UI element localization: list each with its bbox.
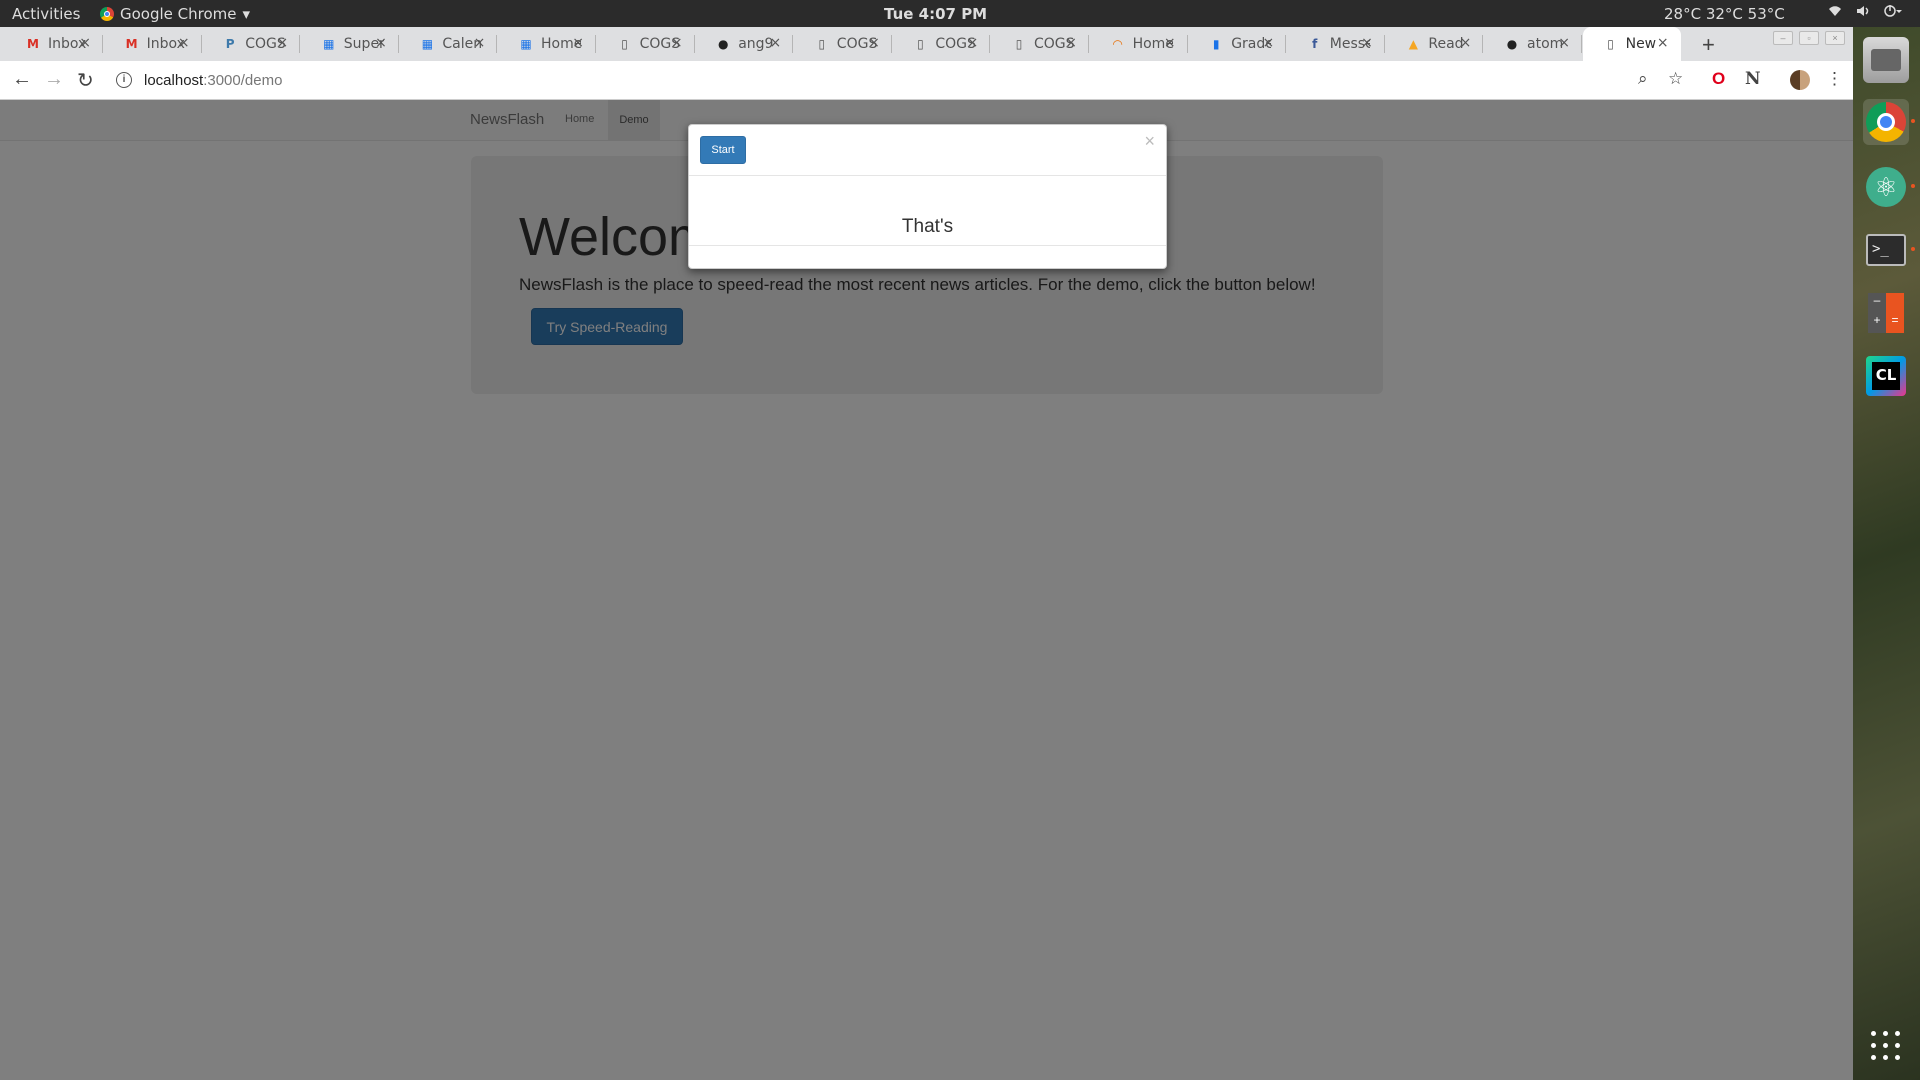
tab-close-icon[interactable]: × bbox=[1558, 35, 1570, 51]
url-path: :3000/demo bbox=[203, 71, 283, 89]
sheet-icon: ▦ bbox=[520, 37, 532, 51]
news-extension-icon[interactable]: N bbox=[1745, 69, 1761, 89]
browser-tab[interactable]: ● atom × bbox=[1484, 27, 1582, 61]
document-icon: ▯ bbox=[818, 37, 826, 51]
modal-header: Start × bbox=[689, 125, 1166, 176]
power-icon[interactable] bbox=[1884, 5, 1902, 21]
info-icon[interactable]: i bbox=[116, 72, 132, 88]
show-applications-icon[interactable] bbox=[1871, 1030, 1901, 1060]
window-controls: – ▫ × bbox=[1773, 31, 1845, 45]
speed-reading-modal: Start × That's bbox=[688, 124, 1167, 269]
browser-tab[interactable]: ▯ COGS × bbox=[794, 27, 892, 61]
tab-strip: MInbox×MInbox×PCOGS×▦Super×▦Calendar×▦Ho… bbox=[0, 27, 1853, 61]
chrome-icon bbox=[100, 7, 114, 21]
github-icon: ● bbox=[717, 37, 729, 51]
system-top-bar: Activities Google Chrome ▾ Tue 4:07 PM 2… bbox=[0, 0, 1920, 27]
files-icon[interactable] bbox=[1863, 37, 1909, 83]
tab-close-icon[interactable]: × bbox=[671, 35, 683, 51]
browser-tab[interactable]: ▯ COGS × bbox=[991, 27, 1089, 61]
url-host: localhost bbox=[144, 71, 204, 89]
github-icon: ● bbox=[1506, 37, 1518, 51]
wifi-icon[interactable] bbox=[1828, 5, 1842, 21]
firebase-icon: ▲ bbox=[1408, 37, 1418, 51]
close-window-icon[interactable]: × bbox=[1825, 31, 1845, 45]
document-icon: ▯ bbox=[1015, 37, 1023, 51]
gmail-icon: M bbox=[27, 37, 39, 51]
chrome-dock-icon[interactable] bbox=[1863, 99, 1915, 145]
maximize-icon[interactable]: ▫ bbox=[1799, 31, 1819, 45]
gmail-icon: M bbox=[125, 37, 138, 51]
chevron-down-icon: ▾ bbox=[242, 5, 251, 23]
tab-close-icon[interactable]: × bbox=[375, 35, 387, 51]
sheet-icon: ▦ bbox=[323, 37, 335, 51]
document-icon: ▯ bbox=[621, 37, 628, 51]
system-tray[interactable] bbox=[1828, 5, 1902, 21]
tab-close-icon[interactable]: × bbox=[178, 35, 190, 51]
tab-close-icon[interactable]: × bbox=[1262, 35, 1274, 51]
browser-tab[interactable]: ◠ Home × bbox=[1090, 27, 1188, 61]
browser-tab[interactable]: ▦ Home × bbox=[498, 27, 596, 61]
browser-tab[interactable]: M Inbox × bbox=[5, 27, 103, 61]
browser-tab[interactable]: ▦ Super × bbox=[301, 27, 399, 61]
clion-icon[interactable]: CL bbox=[1863, 353, 1909, 399]
tab-separator bbox=[1581, 35, 1582, 53]
browser-tab[interactable]: ▦Calendar× bbox=[399, 27, 498, 61]
tab-close-icon[interactable]: × bbox=[769, 35, 781, 51]
browser-tab[interactable]: P COGS × bbox=[202, 27, 301, 61]
profile-avatar[interactable] bbox=[1790, 70, 1810, 90]
calendar-icon: ▦ bbox=[421, 37, 434, 51]
clock[interactable]: Tue 4:07 PM bbox=[884, 5, 987, 23]
opera-extension-icon[interactable]: O bbox=[1712, 69, 1725, 89]
browser-tab[interactable]: M Inbox × bbox=[104, 27, 202, 61]
terminal-icon[interactable]: >_ bbox=[1863, 227, 1915, 273]
back-icon[interactable]: ← bbox=[12, 68, 32, 91]
piazza-icon: P bbox=[225, 37, 235, 51]
forward-icon[interactable]: → bbox=[44, 68, 64, 91]
tab-close-icon[interactable]: × bbox=[572, 35, 584, 51]
tab-close-icon[interactable]: × bbox=[868, 35, 880, 51]
tab-close-icon[interactable]: × bbox=[474, 35, 486, 51]
bookmark-star-icon[interactable]: ☆ bbox=[1668, 69, 1683, 89]
activities-button[interactable]: Activities bbox=[12, 5, 80, 23]
address-bar[interactable]: i localhost:3000/demo bbox=[116, 66, 1676, 94]
new-tab-button[interactable]: + bbox=[1702, 32, 1715, 58]
chrome-menu-icon[interactable]: ⋮ bbox=[1826, 69, 1843, 89]
browser-tab[interactable]: ▲ Read × bbox=[1385, 27, 1484, 61]
modal-footer-divider bbox=[689, 245, 1166, 246]
app-menu-label: Google Chrome bbox=[120, 5, 237, 23]
browser-tab[interactable]: ▯ New × bbox=[1582, 27, 1681, 61]
atom-icon[interactable]: ⚛ bbox=[1863, 164, 1915, 210]
volume-icon[interactable] bbox=[1856, 5, 1870, 21]
tab-close-icon[interactable]: × bbox=[1065, 35, 1077, 51]
app-menu[interactable]: Google Chrome ▾ bbox=[100, 5, 250, 23]
tab-close-icon[interactable]: × bbox=[967, 35, 979, 51]
chart-icon: ▮ bbox=[1212, 37, 1220, 51]
minimize-icon[interactable]: – bbox=[1773, 31, 1793, 45]
tab-close-icon[interactable]: × bbox=[1164, 35, 1176, 51]
tab-close-icon[interactable]: × bbox=[276, 35, 288, 51]
tab-close-icon[interactable]: × bbox=[1460, 35, 1472, 51]
tab-close-icon[interactable]: × bbox=[79, 35, 91, 51]
browser-tab[interactable]: ▯ COGS × bbox=[892, 27, 991, 61]
document-icon: ▯ bbox=[1607, 37, 1614, 51]
tab-close-icon[interactable]: × bbox=[1361, 35, 1373, 51]
zoom-icon[interactable]: ⌕ bbox=[1638, 69, 1648, 89]
weather-indicator[interactable]: 28°C 32°C 53°C bbox=[1664, 5, 1785, 23]
browser-tab[interactable]: ▯ COGS × bbox=[597, 27, 695, 61]
ubuntu-dock: ⚛ >_ – + = CL bbox=[1853, 27, 1920, 1080]
browser-tab[interactable]: ▮ Grade × bbox=[1188, 27, 1287, 61]
browser-tab[interactable]: fMessenger× bbox=[1287, 27, 1385, 61]
document-icon: ▯ bbox=[917, 37, 924, 51]
calculator-icon[interactable]: – + = bbox=[1863, 290, 1909, 336]
reading-word: That's bbox=[901, 216, 954, 237]
start-button[interactable]: Start bbox=[700, 136, 746, 164]
browser-tab[interactable]: ● ang9 × bbox=[695, 27, 794, 61]
web-page: NewsFlash Home Demo Welcome NewsFlash is… bbox=[0, 100, 1853, 1080]
facebook-icon: f bbox=[1312, 37, 1318, 51]
reload-icon[interactable]: ↻ bbox=[77, 68, 94, 93]
close-icon[interactable]: × bbox=[1144, 131, 1155, 152]
loading-icon: ◠ bbox=[1112, 37, 1123, 51]
tab-close-icon[interactable]: × bbox=[1657, 35, 1669, 51]
browser-toolbar: ← → ↻ i localhost:3000/demo ⌕ ☆ O N ⋮ bbox=[0, 61, 1853, 100]
